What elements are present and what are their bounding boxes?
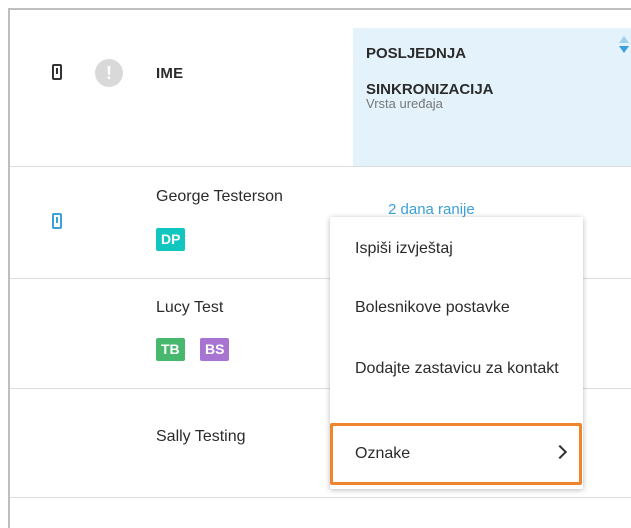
menu-item-patient-settings[interactable]: Bolesnikove postavke [330,295,583,321]
device-icon [52,64,62,80]
patient-name[interactable]: George Testerson [156,188,283,206]
menu-item-tags[interactable]: Oznake [330,423,582,485]
tag-badge: DP [156,228,186,251]
patient-name[interactable]: Lucy Test [156,299,223,317]
column-header-name[interactable]: IME [156,65,183,82]
row-divider [10,166,631,167]
tag-badge: TB [156,338,185,361]
menu-item-add-contact-flag[interactable]: Dodajte zastavicu za kontakt [330,356,560,382]
column-header-last-sync[interactable]: POSLJEDNJA SINKRONIZACIJA Vrsta uređaja [353,28,631,166]
patient-name[interactable]: Sally Testing [156,428,246,446]
device-icon [52,213,62,229]
last-sync-value[interactable]: 2 dana ranije [388,201,475,218]
menu-item-tags-label: Oznake [355,445,411,462]
alert-icon: ! [95,59,123,87]
tag-badge: BS [200,338,230,361]
context-menu: Ispiši izvještaj Bolesnikove postavke Do… [330,217,583,489]
menu-item-print-report[interactable]: Ispiši izvještaj [330,236,583,262]
device-type-subtitle: Vrsta uređaja [366,96,443,111]
row-divider [10,497,631,498]
sort-icon[interactable] [619,36,629,53]
chevron-right-icon [552,444,568,460]
